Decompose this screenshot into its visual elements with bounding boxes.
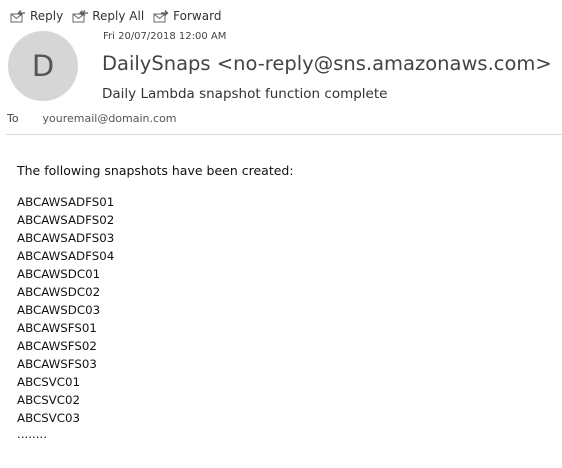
sender-name[interactable]: DailySnaps <no-reply@sns.amazonaws.com> — [102, 52, 552, 75]
recipient-row: To youremail@domain.com — [7, 112, 177, 125]
reply-icon — [10, 9, 25, 22]
snapshot-item: ABCAWSADFS02 — [17, 213, 115, 227]
message-subject: Daily Lambda snapshot function complete — [102, 86, 388, 102]
reply-all-label: Reply All — [92, 9, 145, 23]
to-label: To — [7, 112, 19, 125]
snapshot-list: ABCAWSADFS01 ABCAWSADFS02 ABCAWSADFS03 A… — [17, 193, 294, 427]
recipient-address[interactable]: youremail@domain.com — [43, 112, 177, 125]
avatar-initial: D — [31, 49, 55, 83]
snapshot-item: ABCAWSADFS03 — [17, 231, 115, 245]
snapshot-item: ABCAWSADFS01 — [17, 195, 115, 209]
snapshot-item: ABCAWSFS02 — [17, 339, 97, 353]
reply-all-icon — [72, 9, 89, 22]
snapshot-item: ABCSVC02 — [17, 393, 80, 407]
reply-button[interactable]: Reply — [10, 9, 63, 24]
forward-button[interactable]: Forward — [153, 9, 221, 24]
forward-icon — [153, 9, 169, 22]
snapshot-item: ABCAWSFS03 — [17, 357, 97, 371]
snapshot-item: ABCAWSADFS04 — [17, 249, 115, 263]
message-date: Fri 20/07/2018 12:00 AM — [103, 31, 227, 42]
message-toolbar: Reply Reply All Forward — [10, 7, 230, 25]
forward-label: Forward — [173, 9, 222, 23]
snapshot-item: ABCAWSFS01 — [17, 321, 97, 335]
header-divider — [6, 134, 562, 135]
reply-all-button[interactable]: Reply All — [72, 9, 144, 24]
snapshot-item: ABCSVC03 — [17, 411, 80, 425]
snapshot-item: ABCSVC01 — [17, 375, 80, 389]
snapshot-item: ABCAWSDC01 — [17, 267, 101, 281]
message-body: The following snapshots have been create… — [17, 163, 294, 441]
sender-avatar: D — [8, 31, 78, 101]
body-ellipsis: ........ — [17, 427, 47, 441]
body-intro: The following snapshots have been create… — [17, 163, 294, 178]
reply-label: Reply — [30, 9, 64, 23]
snapshot-item: ABCAWSDC03 — [17, 303, 101, 317]
snapshot-item: ABCAWSDC02 — [17, 285, 101, 299]
